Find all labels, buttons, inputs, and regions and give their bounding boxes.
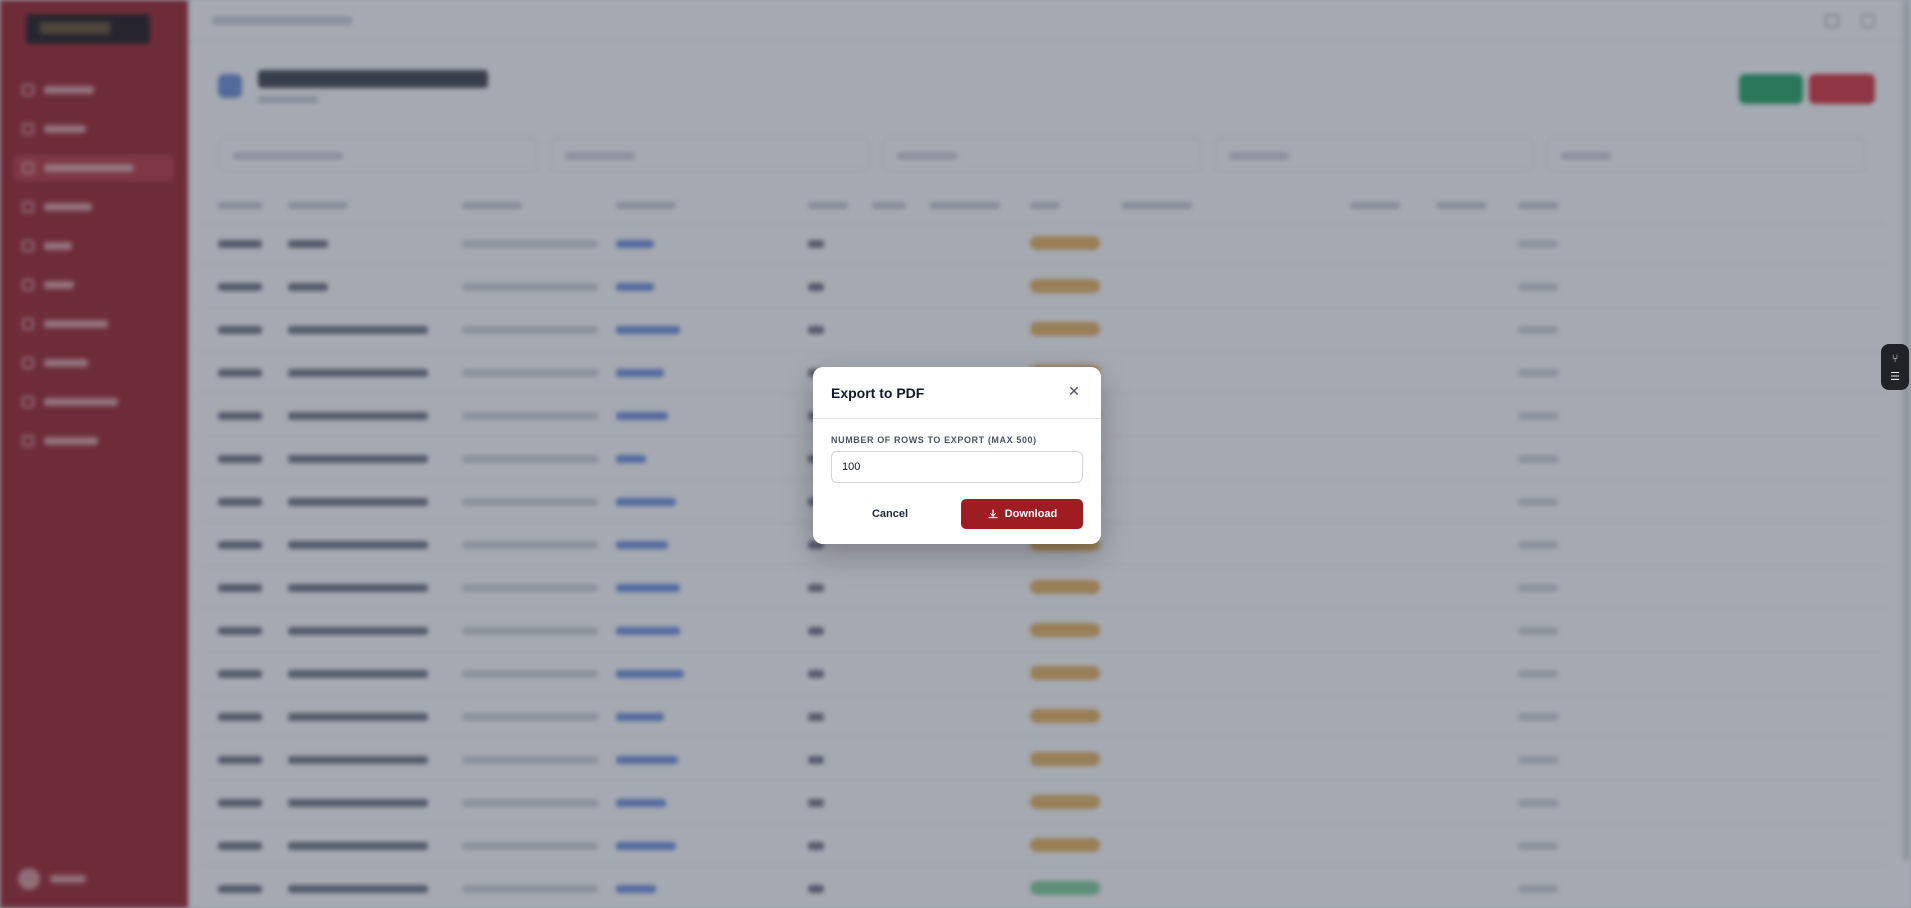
floating-tool-widget[interactable]: ⑂ ☰ bbox=[1881, 344, 1909, 390]
export-pdf-modal: Export to PDF ✕ NUMBER OF ROWS TO EXPORT… bbox=[813, 367, 1101, 544]
rows-field-label: NUMBER OF ROWS TO EXPORT (MAX 500) bbox=[831, 435, 1037, 445]
rows-count-input[interactable] bbox=[831, 451, 1083, 483]
download-label: Download bbox=[1004, 508, 1058, 520]
close-icon[interactable]: ✕ bbox=[1065, 383, 1083, 401]
cancel-button[interactable]: Cancel bbox=[831, 499, 949, 529]
git-branch-icon[interactable]: ⑂ bbox=[1892, 353, 1899, 364]
download-button[interactable]: Download bbox=[961, 499, 1083, 529]
modal-header: Export to PDF ✕ bbox=[813, 367, 1101, 419]
download-icon bbox=[988, 509, 998, 519]
modal-title: Export to PDF bbox=[831, 385, 925, 401]
list-icon[interactable]: ☰ bbox=[1890, 371, 1900, 382]
